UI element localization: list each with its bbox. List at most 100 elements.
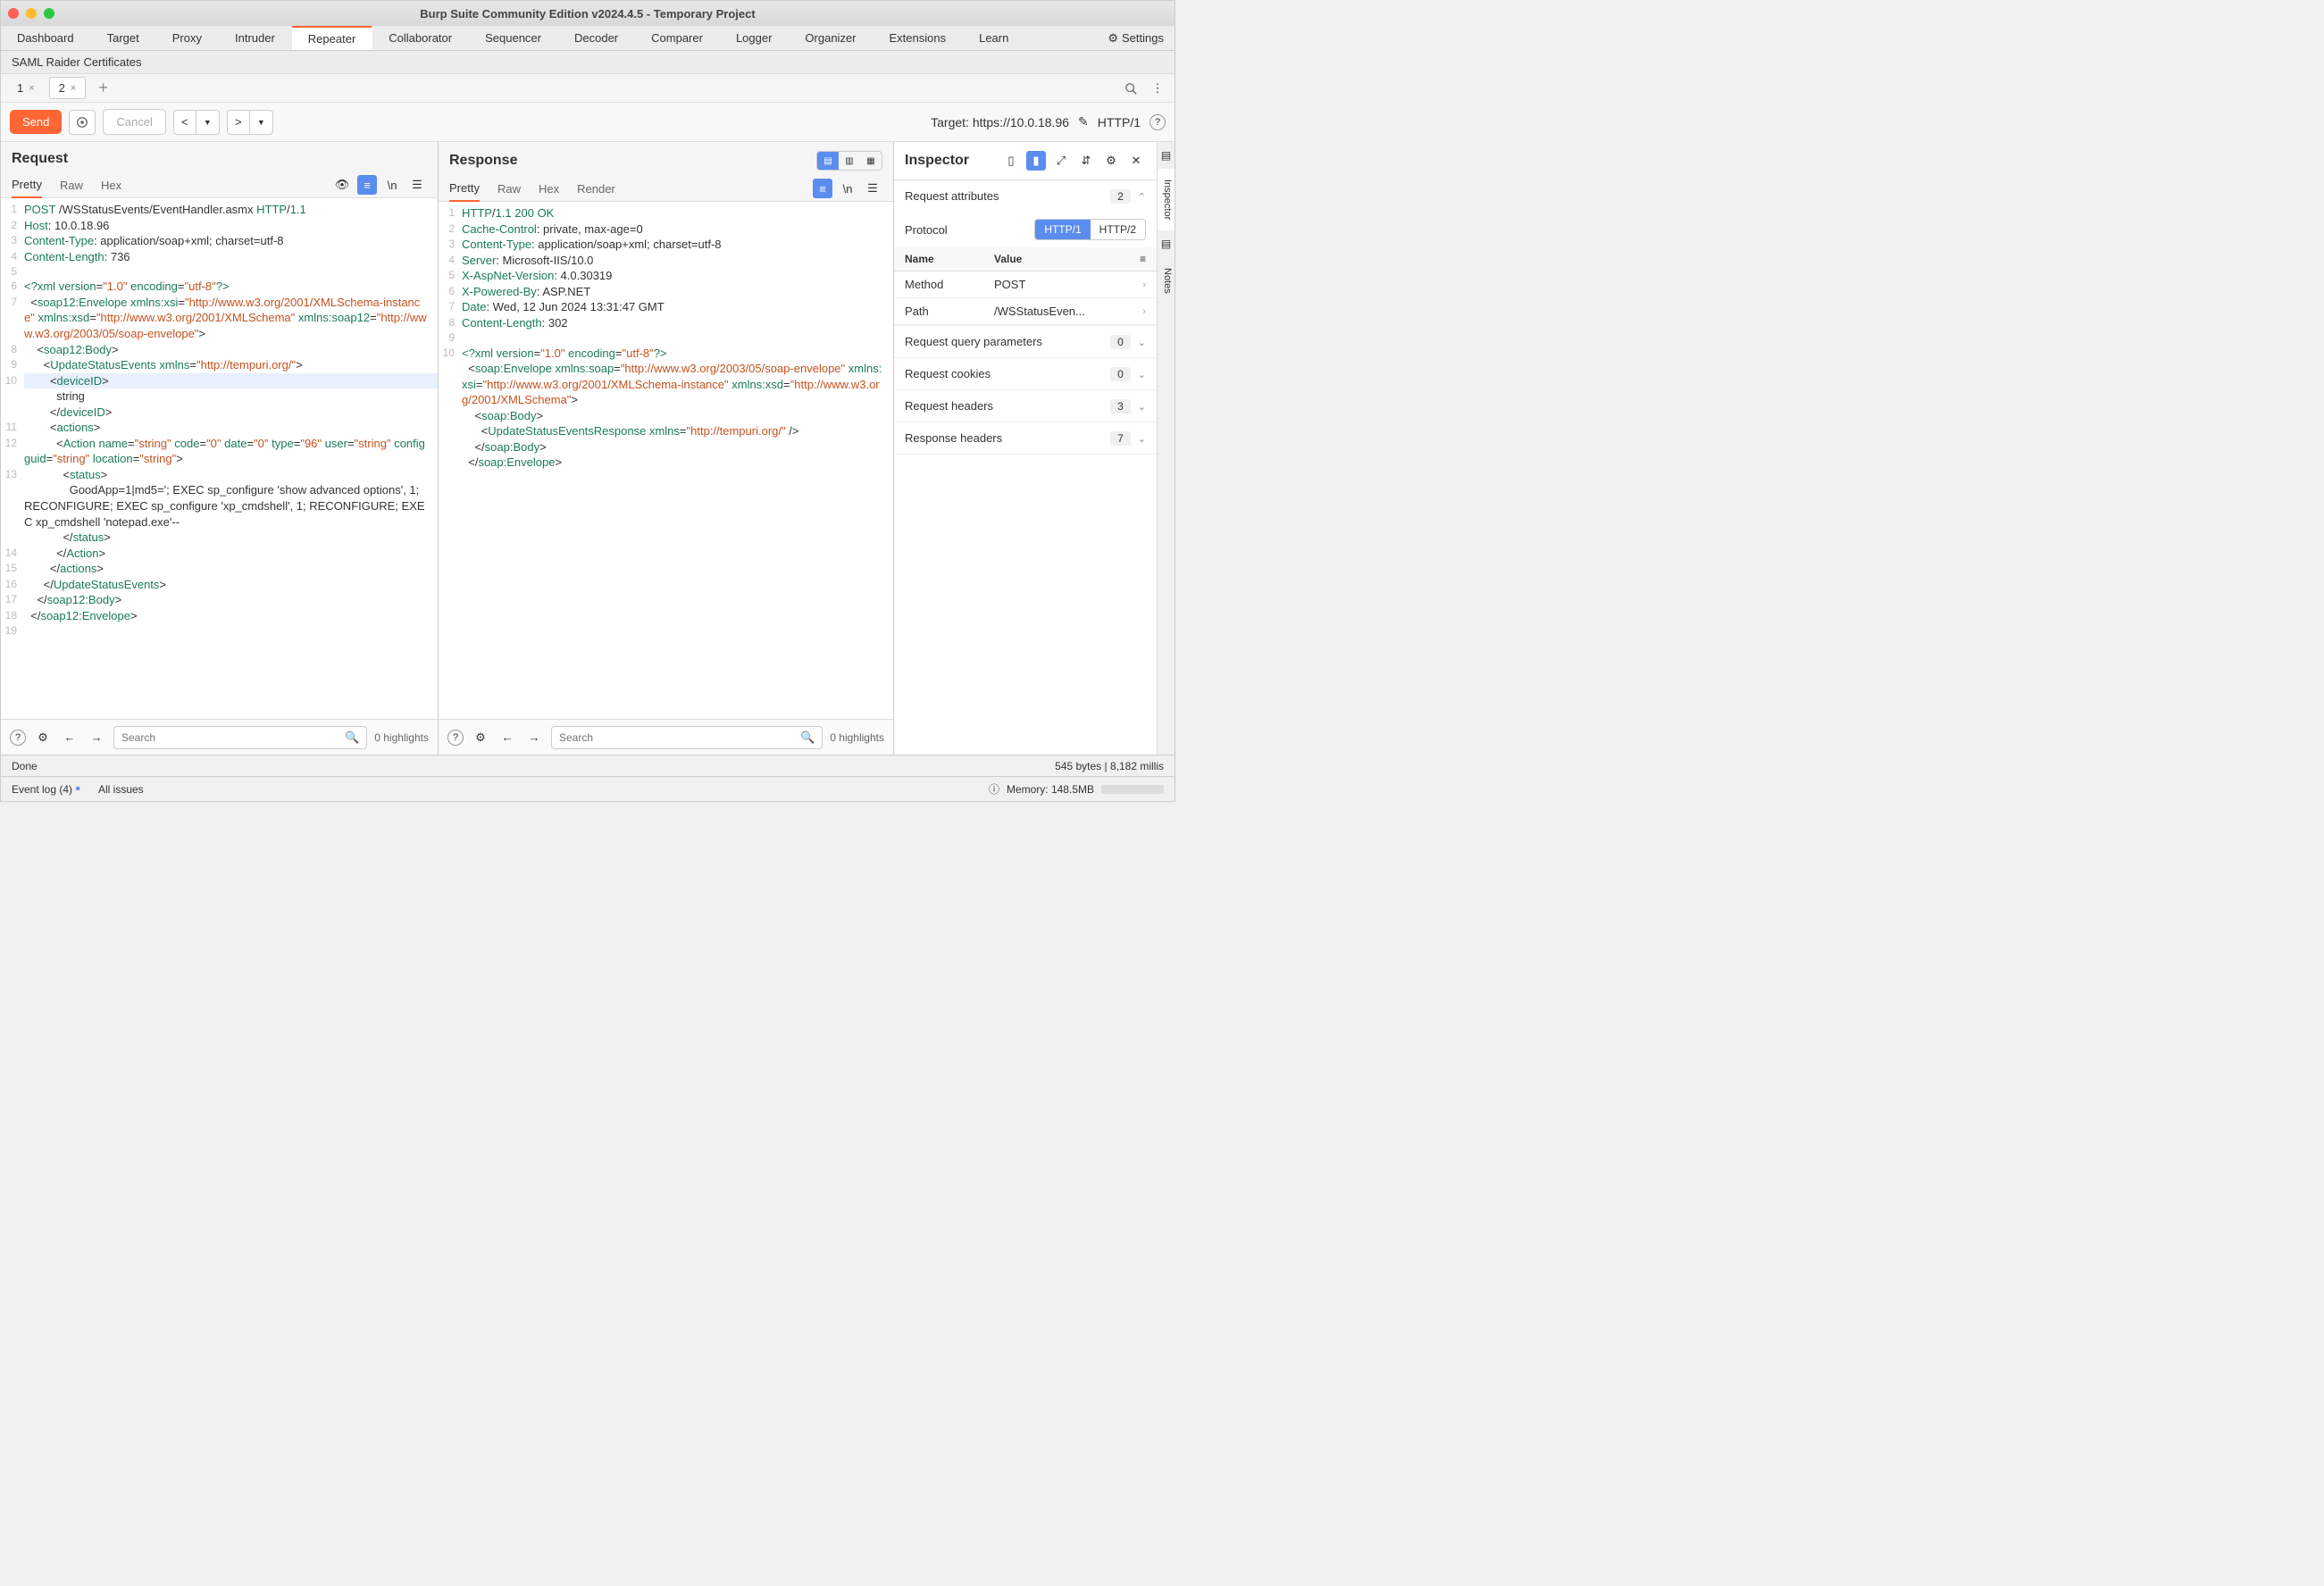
- help-icon[interactable]: ?: [1149, 114, 1166, 130]
- editor-line[interactable]: 19: [1, 623, 438, 638]
- editor-line[interactable]: 2Cache-Control: private, max-age=0: [439, 221, 893, 238]
- editor-line[interactable]: <UpdateStatusEventsResponse xmlns="http:…: [439, 423, 893, 439]
- close-icon[interactable]: ✕: [1126, 151, 1146, 171]
- main-tab-decoder[interactable]: Decoder: [558, 26, 635, 50]
- hamburger-icon[interactable]: ☰: [407, 175, 427, 195]
- hamburger-icon[interactable]: ☰: [863, 179, 882, 198]
- visibility-icon[interactable]: 👁: [332, 175, 352, 195]
- editor-line[interactable]: 4Content-Length: 736: [1, 249, 438, 265]
- editor-line[interactable]: 8 <soap12:Body>: [1, 342, 438, 358]
- back-arrow-icon[interactable]: ←: [60, 728, 79, 747]
- request-editor[interactable]: 1POST /WSStatusEvents/EventHandler.asmx …: [1, 198, 438, 719]
- editor-line[interactable]: </status>: [1, 530, 438, 546]
- edit-target-icon[interactable]: ✎: [1078, 114, 1089, 129]
- editor-line[interactable]: 5X-AspNet-Version: 4.0.30319: [439, 268, 893, 284]
- editor-line[interactable]: 7 <soap12:Envelope xmlns:xsi="http://www…: [1, 295, 438, 342]
- view-tab-pretty[interactable]: Pretty: [449, 176, 480, 202]
- editor-line[interactable]: 17 </soap12:Body>: [1, 592, 438, 608]
- minimize-window-button[interactable]: [26, 8, 37, 19]
- editor-line[interactable]: 9 <UpdateStatusEvents xmlns="http://temp…: [1, 357, 438, 373]
- editor-line[interactable]: 2Host: 10.0.18.96: [1, 218, 438, 234]
- editor-line[interactable]: </deviceID>: [1, 405, 438, 421]
- editor-line[interactable]: 4Server: Microsoft-IIS/10.0: [439, 253, 893, 269]
- help-icon[interactable]: ?: [10, 730, 26, 746]
- editor-line[interactable]: </soap:Body>: [439, 439, 893, 455]
- sort-icon[interactable]: ≡: [1140, 253, 1146, 265]
- editor-line[interactable]: 10<?xml version="1.0" encoding="utf-8"?>: [439, 346, 893, 362]
- send-options-button[interactable]: [69, 110, 96, 135]
- protocol-option[interactable]: HTTP/2: [1091, 220, 1145, 239]
- layout-combined[interactable]: ▦: [860, 152, 882, 170]
- section-request-headers[interactable]: Request headers3⌄: [894, 390, 1157, 422]
- response-editor[interactable]: 1HTTP/1.1 200 OK2Cache-Control: private,…: [439, 202, 893, 719]
- close-window-button[interactable]: [8, 8, 19, 19]
- editor-line[interactable]: string: [1, 388, 438, 405]
- main-tab-organizer[interactable]: Organizer: [789, 26, 873, 50]
- editor-line[interactable]: 9: [439, 330, 893, 345]
- main-tab-repeater[interactable]: Repeater: [292, 26, 372, 50]
- attribute-row[interactable]: Path/WSStatusEven...›: [894, 298, 1157, 325]
- main-tab-collaborator[interactable]: Collaborator: [372, 26, 469, 50]
- wrap-icon[interactable]: ≡: [813, 179, 832, 198]
- section-query-params[interactable]: Request query parameters0⌄: [894, 326, 1157, 357]
- settings-button[interactable]: ⚙ Settings: [1097, 26, 1175, 50]
- history-back-dropdown[interactable]: ▼: [196, 110, 220, 135]
- repeater-tab-2[interactable]: 2 ×: [49, 77, 87, 99]
- side-icon-1[interactable]: ▤: [1158, 142, 1175, 169]
- sub-tab-row[interactable]: SAML Raider Certificates: [1, 51, 1175, 74]
- side-tab-inspector[interactable]: Inspector: [1158, 169, 1175, 230]
- wrap-icon[interactable]: ≡: [357, 175, 377, 195]
- view-tab-hex[interactable]: Hex: [101, 173, 121, 197]
- event-log-button[interactable]: Event log (4) •: [12, 781, 80, 797]
- view-tab-render[interactable]: Render: [577, 177, 615, 201]
- help-icon[interactable]: ?: [447, 730, 464, 746]
- newline-icon[interactable]: \n: [382, 175, 402, 195]
- section-cookies[interactable]: Request cookies0⌄: [894, 358, 1157, 389]
- editor-line[interactable]: <soap:Envelope xmlns:soap="http://www.w3…: [439, 361, 893, 408]
- view-tab-raw[interactable]: Raw: [60, 173, 83, 197]
- history-forward-dropdown[interactable]: ▼: [250, 110, 273, 135]
- repeater-tab-1[interactable]: 1 ×: [8, 77, 44, 99]
- main-tab-sequencer[interactable]: Sequencer: [469, 26, 558, 50]
- editor-line[interactable]: 16 </UpdateStatusEvents>: [1, 577, 438, 593]
- main-tab-extensions[interactable]: Extensions: [874, 26, 964, 50]
- view-tab-pretty[interactable]: Pretty: [12, 172, 42, 198]
- section-response-headers[interactable]: Response headers7⌄: [894, 422, 1157, 454]
- search-icon[interactable]: [1121, 79, 1141, 98]
- editor-line[interactable]: 18 </soap12:Envelope>: [1, 608, 438, 624]
- editor-line[interactable]: <soap:Body>: [439, 408, 893, 424]
- gear-icon[interactable]: ⚙: [33, 728, 53, 747]
- editor-line[interactable]: 15 </actions>: [1, 561, 438, 577]
- expand-icon[interactable]: ⤢: [1051, 151, 1071, 171]
- all-issues-button[interactable]: All issues: [98, 783, 144, 796]
- editor-line[interactable]: GoodApp=1|md5='; EXEC sp_configure 'show…: [1, 482, 438, 530]
- protocol-option[interactable]: HTTP/1: [1035, 220, 1090, 239]
- layout-icon-1[interactable]: ▯: [1001, 151, 1021, 171]
- editor-line[interactable]: 5: [1, 264, 438, 279]
- layout-horizontal[interactable]: ▤: [817, 152, 839, 170]
- request-search-input[interactable]: 🔍: [113, 726, 367, 749]
- layout-icon-2[interactable]: ▮: [1026, 151, 1046, 171]
- gear-icon[interactable]: ⚙: [471, 728, 490, 747]
- editor-line[interactable]: 7Date: Wed, 12 Jun 2024 13:31:47 GMT: [439, 299, 893, 315]
- main-tab-logger[interactable]: Logger: [720, 26, 789, 50]
- add-tab-button[interactable]: +: [93, 79, 113, 97]
- editor-line[interactable]: 6<?xml version="1.0" encoding="utf-8"?>: [1, 279, 438, 295]
- side-icon-2[interactable]: ▤: [1158, 230, 1175, 257]
- editor-line[interactable]: 11 <actions>: [1, 420, 438, 436]
- main-tab-intruder[interactable]: Intruder: [219, 26, 292, 50]
- layout-toggle[interactable]: ▤ ▥ ▦: [816, 151, 882, 171]
- newline-icon[interactable]: \n: [838, 179, 857, 198]
- protocol-toggle[interactable]: HTTP/1HTTP/2: [1034, 219, 1146, 240]
- search-icon[interactable]: 🔍: [800, 730, 815, 745]
- editor-line[interactable]: 1HTTP/1.1 200 OK: [439, 205, 893, 221]
- section-request-attributes[interactable]: Request attributes 2⌃: [894, 180, 1157, 212]
- history-forward-button[interactable]: >: [227, 110, 250, 135]
- main-tab-target[interactable]: Target: [91, 26, 156, 50]
- maximize-window-button[interactable]: [44, 8, 54, 19]
- info-icon[interactable]: ⓘ: [989, 781, 999, 797]
- editor-line[interactable]: 8Content-Length: 302: [439, 315, 893, 331]
- forward-arrow-icon[interactable]: →: [524, 728, 544, 747]
- editor-line[interactable]: 3Content-Type: application/soap+xml; cha…: [439, 237, 893, 253]
- editor-line[interactable]: 6X-Powered-By: ASP.NET: [439, 284, 893, 300]
